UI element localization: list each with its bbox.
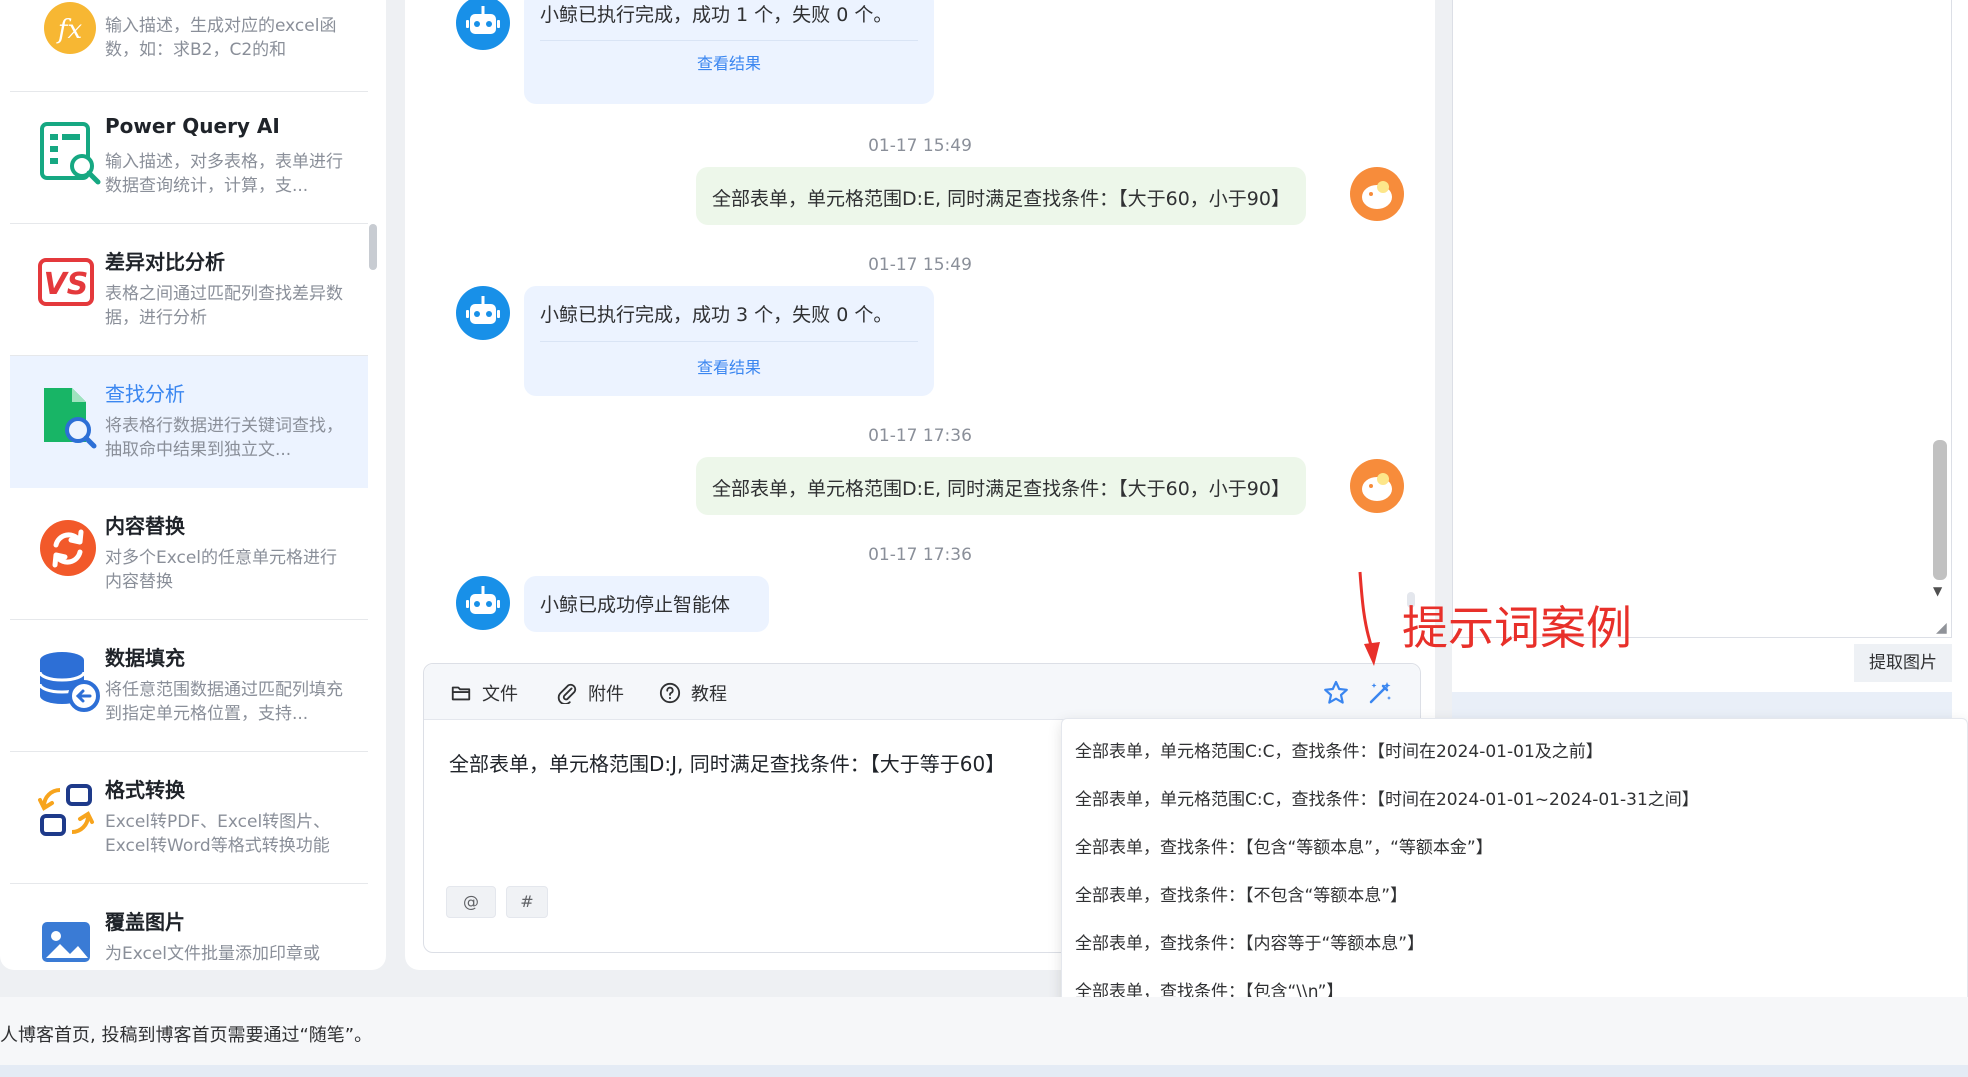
bot-message: 小鲸已执行完成，成功 3 个，失败 0 个。 查看结果	[524, 286, 934, 396]
prompt-examples-dropdown: 全部表单，单元格范围C:C，查找条件：【时间在2024-01-01及之前】 全部…	[1061, 718, 1968, 1008]
sidebar-item-content-replace[interactable]: 内容替换 对多个Excel的任意单元格进行内容替换	[10, 488, 368, 620]
sidebar-item-diff-analysis[interactable]: VS 差异对比分析 表格之间通过匹配列查找差异数据，进行分析	[10, 224, 368, 356]
user-avatar	[1350, 167, 1404, 221]
tool-title: 查找分析	[105, 382, 185, 406]
attachment-button-label: 附件	[588, 684, 624, 705]
fx-icon: fx	[32, 0, 108, 76]
extract-image-button[interactable]: 提取图片	[1854, 644, 1952, 682]
tool-title: 格式转换	[105, 778, 185, 802]
message-text: 小鲸已执行完成，成功 3 个，失败 0 个。	[540, 304, 893, 326]
prompt-wand-icon[interactable]	[1366, 679, 1394, 707]
sidebar-item-find-analysis[interactable]: 查找分析 将表格行数据进行关键词查找，抽取命中结果到独立文...	[10, 356, 368, 488]
hashtag-button[interactable]: #	[506, 886, 548, 918]
tutorial-button-label: 教程	[691, 684, 727, 705]
prompt-example-item[interactable]: 全部表单，查找条件：【内容等于“等额本息”】	[1075, 929, 1424, 954]
prompt-example-item[interactable]: 全部表单，单元格范围C:C，查找条件：【时间在2024-01-01及之前】	[1075, 737, 1603, 762]
sidebar-item-format-convert[interactable]: 格式转换 Excel转PDF、Excel转图片、Excel转Word等格式转换功…	[10, 752, 368, 884]
message-divider	[540, 341, 918, 342]
timestamp: 01-17 15:49	[868, 136, 972, 156]
refresh-icon	[32, 512, 108, 588]
prompt-example-item[interactable]: 全部表单，查找条件：【包含“等额本息”，“等额本金”】	[1075, 833, 1493, 858]
tutorial-button[interactable]: 教程	[659, 680, 727, 706]
vs-icon: VS	[32, 248, 108, 324]
annotation-label: 提示词案例	[1402, 601, 1632, 655]
timestamp: 01-17 17:36	[868, 426, 972, 446]
bot-avatar	[456, 576, 510, 630]
tool-sidebar: fx 输入描述，生成对应的excel函数，如：求B2，C2的和 Power Qu…	[0, 0, 386, 970]
message-text: 小鲸已成功停止智能体	[540, 594, 731, 616]
bot-message: 小鲸已执行完成，成功 1 个，失败 0 个。 查看结果	[524, 0, 934, 104]
mention-button[interactable]: @	[446, 886, 496, 918]
sidebar-item-cover-image[interactable]: 覆盖图片 为Excel文件批量添加印章或	[10, 884, 368, 970]
database-icon	[32, 644, 108, 720]
data-query-icon	[32, 116, 108, 192]
file-button-label: 文件	[482, 684, 518, 705]
prompt-example-item[interactable]: 全部表单，查找条件：【不包含“等额本息”】	[1075, 881, 1407, 906]
paperclip-icon	[557, 683, 577, 704]
bot-avatar	[456, 0, 510, 50]
file-search-icon	[32, 380, 108, 456]
tool-title: 数据填充	[105, 646, 185, 670]
tool-desc: 将表格行数据进行关键词查找，抽取命中结果到独立文...	[105, 416, 343, 460]
tool-title: 内容替换	[105, 514, 185, 538]
right-scrollbar[interactable]	[1933, 440, 1947, 580]
composer-toolbar: 文件 附件 教程	[424, 664, 1420, 720]
attachment-button[interactable]: 附件	[556, 680, 624, 706]
sidebar-scrollbar[interactable]	[369, 224, 377, 270]
prompt-example-item[interactable]: 全部表单，单元格范围C:C，查找条件：【时间在2024-01-01~2024-0…	[1075, 785, 1699, 810]
bot-message: 小鲸已成功停止智能体	[524, 576, 769, 632]
user-message: 全部表单，单元格范围D:E, 同时满足查找条件：【大于60，小于90】	[696, 167, 1306, 225]
tool-title: 覆盖图片	[105, 910, 185, 934]
image-text-area[interactable]	[1452, 0, 1952, 638]
svg-text:fx: fx	[56, 15, 83, 45]
file-button[interactable]: 文件	[450, 680, 518, 706]
blog-footer-text: 人博客首页, 投稿到博客首页需要通过“随笔”。	[0, 1025, 373, 1046]
tool-desc: 表格之间通过匹配列查找差异数据，进行分析	[105, 284, 343, 328]
annotation-arrow-icon	[1358, 571, 1380, 666]
user-message: 全部表单，单元格范围D:E, 同时满足查找条件：【大于60，小于90】	[696, 457, 1306, 515]
view-result-link[interactable]: 查看结果	[524, 50, 934, 74]
sidebar-item-power-query[interactable]: Power Query AI 输入描述，对多表格，表单进行数据查询统计，计算，支…	[10, 92, 368, 224]
timestamp: 01-17 15:49	[868, 255, 972, 275]
message-input[interactable]: 全部表单，单元格范围D:J, 同时满足查找条件：【大于等于60】	[449, 748, 1005, 777]
tool-title: 差异对比分析	[105, 250, 225, 274]
tool-desc: 对多个Excel的任意单元格进行内容替换	[105, 548, 338, 592]
scroll-down-arrow-icon[interactable]: ▼	[1933, 584, 1942, 598]
tool-desc: Excel转PDF、Excel转图片、Excel转Word等格式转换功能	[105, 812, 331, 856]
message-text: 小鲸已执行完成，成功 1 个，失败 0 个。	[540, 4, 893, 26]
tool-title: Power Query AI	[105, 114, 280, 138]
sidebar-item-function-gen[interactable]: fx 输入描述，生成对应的excel函数，如：求B2，C2的和	[10, 0, 368, 92]
svg-text:VS: VS	[44, 267, 89, 302]
tool-desc: 为Excel文件批量添加印章或	[105, 944, 321, 964]
image-icon	[32, 908, 108, 970]
resize-handle-icon[interactable]: ◢	[1936, 620, 1947, 636]
convert-icon	[32, 776, 108, 852]
help-circle-icon	[659, 682, 681, 704]
folder-icon	[451, 686, 471, 701]
user-avatar	[1350, 459, 1404, 513]
view-result-link[interactable]: 查看结果	[524, 354, 934, 378]
bot-avatar	[456, 286, 510, 340]
tool-desc: 将任意范围数据通过匹配列填充到指定单元格位置，支持...	[105, 680, 343, 724]
message-divider	[540, 40, 918, 41]
bottom-bar	[0, 1065, 1968, 1077]
tool-desc: 输入描述，对多表格，表单进行数据查询统计，计算，支...	[105, 152, 343, 196]
timestamp: 01-17 17:36	[868, 545, 972, 565]
sidebar-item-data-fill[interactable]: 数据填充 将任意范围数据通过匹配列填充到指定单元格位置，支持...	[10, 620, 368, 752]
tool-desc: 输入描述，生成对应的excel函数，如：求B2，C2的和	[105, 16, 337, 60]
favorite-star-icon[interactable]	[1322, 679, 1350, 707]
